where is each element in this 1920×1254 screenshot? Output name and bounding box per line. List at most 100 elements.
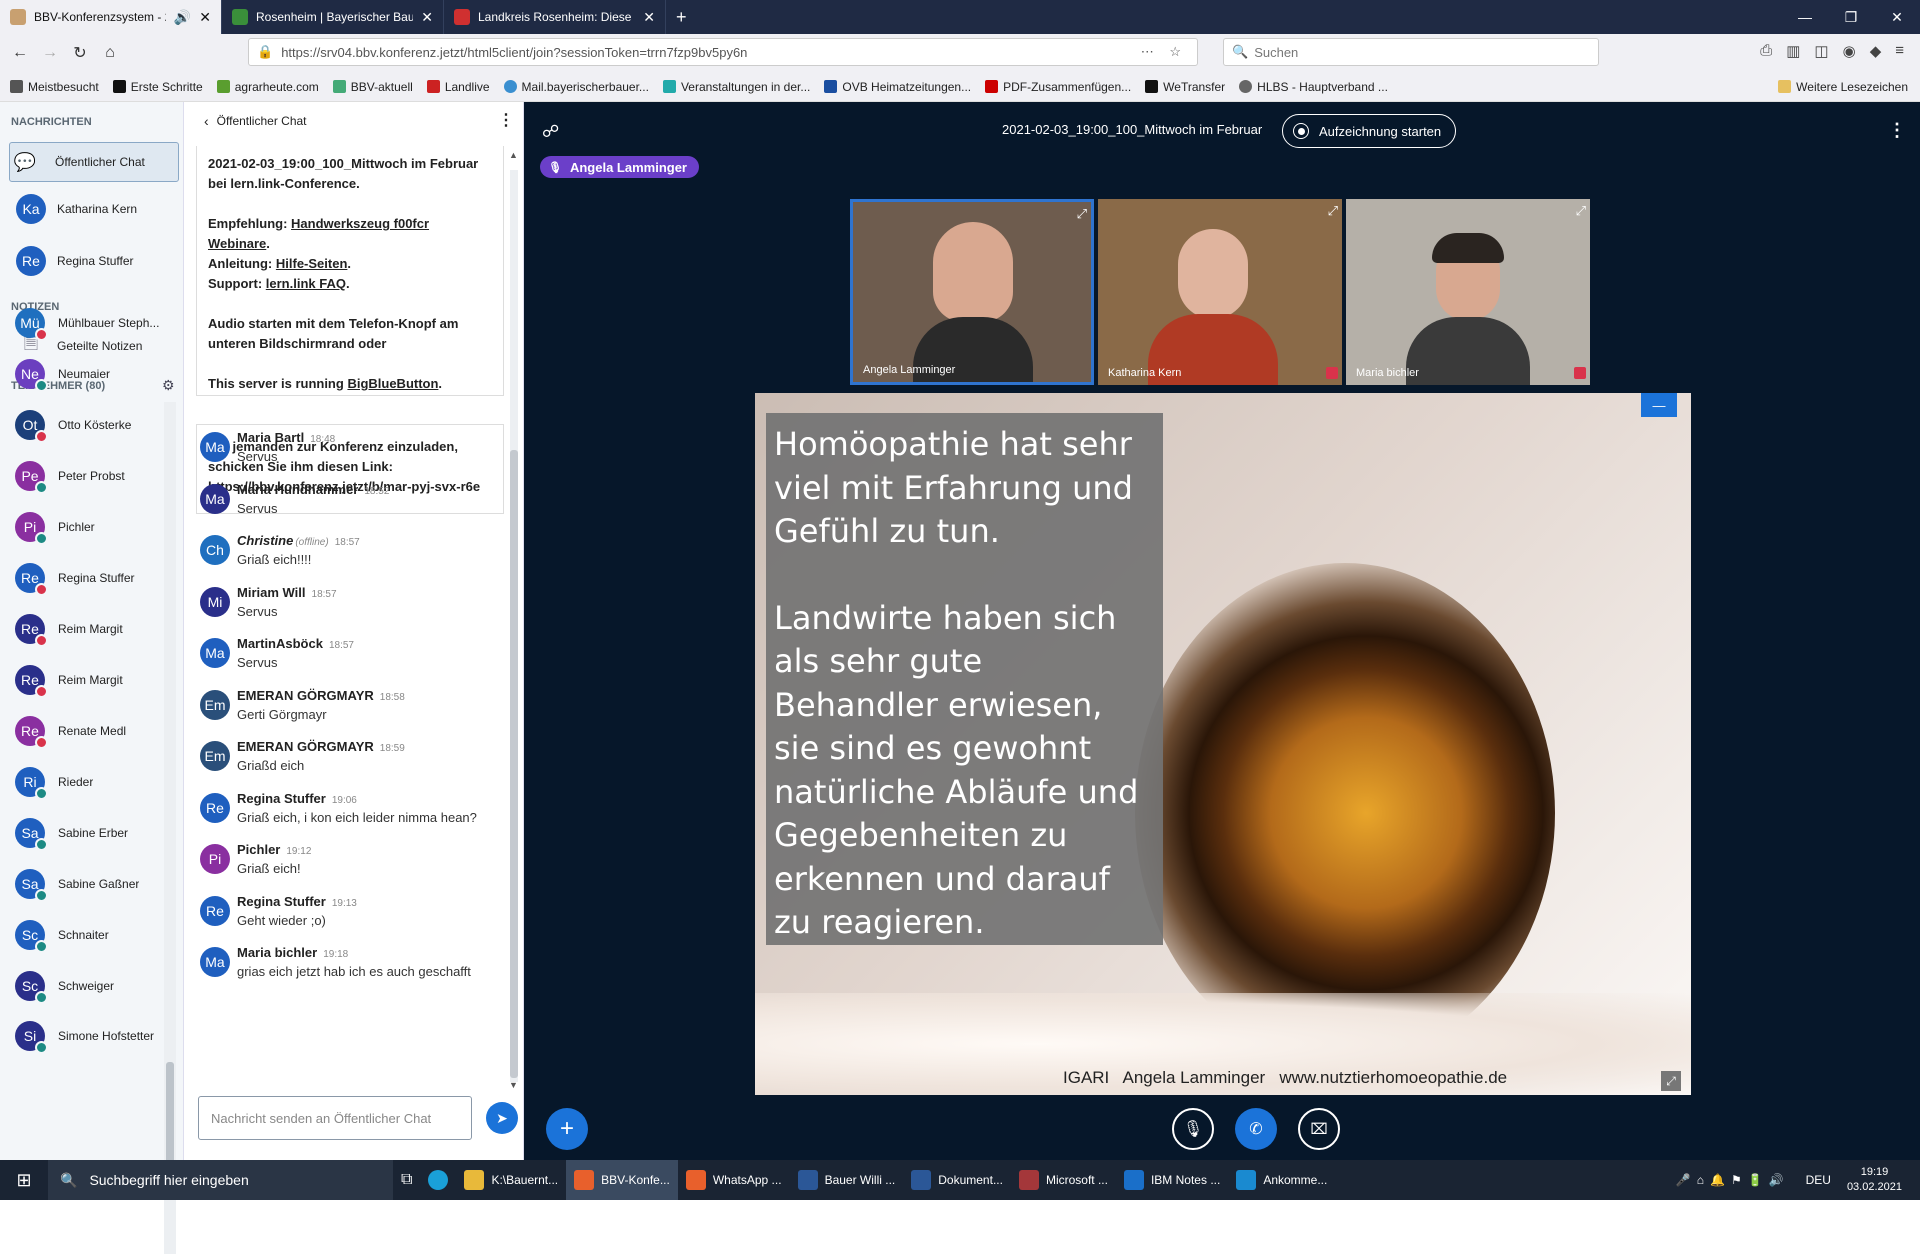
back-icon[interactable]: ← (5, 38, 35, 68)
browser-tab[interactable]: BBV-Konferenzsystem - 202 🔊 ✕ (0, 0, 222, 34)
more-options-icon[interactable]: ⋮ (498, 110, 514, 130)
fullscreen-icon[interactable]: ⤢ (1077, 206, 1087, 222)
video-button[interactable]: ⌧ (1298, 1108, 1340, 1150)
participant-item[interactable]: Si Simone Hofstetter (15, 1011, 165, 1061)
taskbar-app[interactable]: Bauer Willi ... (790, 1160, 904, 1200)
other-bookmarks[interactable]: Weitere Lesezeichen (1778, 80, 1908, 94)
participant-item[interactable]: Sc Schnaiter (15, 910, 165, 960)
forward-icon[interactable]: → (35, 38, 65, 68)
participant-item[interactable]: Sa Sabine Erber (15, 808, 165, 858)
new-tab-button[interactable]: + (666, 0, 697, 34)
reload-icon[interactable]: ↻ (65, 38, 95, 68)
mute-button[interactable]: 🎙 (1172, 1108, 1214, 1150)
task-view-icon[interactable]: ⧉ (393, 1160, 420, 1200)
search-icon: 🔍 (60, 1171, 78, 1188)
webcam-tile[interactable]: ⤢ Angela Lamminger (850, 199, 1094, 385)
scroll-up-icon[interactable]: ▲ (509, 150, 518, 160)
taskbar-app[interactable]: Microsoft ... (1011, 1160, 1116, 1200)
participant-item[interactable]: Re Regina Stuffer (15, 553, 165, 603)
toggle-userlist-icon[interactable]: ☍ (542, 122, 559, 142)
participant-item[interactable]: Ot Otto Kösterke (15, 400, 165, 450)
send-button[interactable]: ➤ (486, 1102, 518, 1134)
webcam-tile[interactable]: ⤢ Maria bichler (1346, 199, 1590, 385)
bookmark[interactable]: HLBS - Hauptverband ... (1239, 80, 1388, 94)
chat-scrollbar[interactable]: ▲ ▼ (509, 150, 519, 1090)
restore-icon[interactable]: ❐ (1828, 0, 1874, 34)
help-pages-link[interactable]: Hilfe-Seiten (276, 256, 348, 271)
windows-start-icon[interactable]: ⊞ (0, 1160, 48, 1200)
bookmark[interactable]: agrarheute.com (216, 80, 319, 94)
participant-item[interactable]: Ri Rieder (15, 757, 165, 807)
url-bar[interactable]: 🔒 https://srv04.bbv.konferenz.jetzt/html… (248, 38, 1198, 66)
webcam-tile[interactable]: ⤢ Katharina Kern (1098, 199, 1342, 385)
participant-item[interactable]: Re Reim Margit (15, 655, 165, 705)
handwerkszeug-link[interactable]: Handwerkszeug f00fcr (291, 216, 429, 231)
scrollbar[interactable] (164, 402, 176, 1254)
bookmark[interactable]: Mail.bayerischerbauer... (503, 80, 649, 94)
page-actions-icon[interactable]: ⋯ ☆ (1141, 44, 1187, 60)
webinare-link[interactable]: Webinare (208, 236, 266, 251)
bookmark[interactable]: Erste Schritte (112, 80, 203, 94)
close-icon[interactable]: ✕ (643, 9, 655, 26)
speaker-icon[interactable]: 🔊 (174, 9, 191, 26)
audio-button[interactable]: ✆ (1235, 1108, 1277, 1150)
bookmark[interactable]: Meistbesucht (10, 80, 99, 94)
participant-item[interactable]: Mü Mühlbauer Steph... (15, 298, 165, 348)
scroll-down-icon[interactable]: ▼ (509, 1080, 518, 1090)
taskbar-app[interactable]: BBV-Konfe... (566, 1160, 678, 1200)
sidebar-icon[interactable]: ◫ (1814, 42, 1828, 60)
bigbluebutton-link[interactable]: BigBlueButton (347, 376, 438, 391)
library-icon[interactable]: ▥ (1786, 42, 1800, 60)
fullscreen-icon[interactable]: ⤢ (1576, 203, 1586, 219)
minimize-presentation-button[interactable]: — (1641, 393, 1677, 417)
participant-item[interactable]: Ne Neumaier (15, 349, 165, 399)
bookmark[interactable]: BBV-aktuell (332, 80, 413, 94)
fullscreen-icon[interactable]: ⤢ (1328, 203, 1338, 219)
participant-item[interactable]: Sc Schweiger (15, 961, 165, 1011)
participant-item[interactable]: Pi Pichler (15, 502, 165, 552)
bookmark[interactable]: WeTransfer (1145, 80, 1225, 94)
taskbar-app[interactable]: Dokument... (903, 1160, 1011, 1200)
account-icon[interactable]: ◉ (1843, 42, 1856, 60)
record-button[interactable]: Aufzeichnung starten (1282, 114, 1457, 148)
faq-link[interactable]: lern.link FAQ (266, 276, 346, 291)
browser-tab[interactable]: Landkreis Rosenheim: Diese Un ✕ (444, 0, 666, 34)
clock[interactable]: 19:19 03.02.2021 (1839, 1160, 1920, 1200)
taskbar-app[interactable]: IBM Notes ... (1116, 1160, 1228, 1200)
taskbar-app[interactable]: K:\Bauernt... (456, 1160, 566, 1200)
participant-item[interactable]: Sa Sabine Gaßner (15, 859, 165, 909)
bookmark[interactable]: Landlive (426, 80, 490, 94)
taskbar-app[interactable]: Ankomme... (1228, 1160, 1335, 1200)
actions-button[interactable]: + (546, 1108, 588, 1150)
browser-search-input[interactable]: 🔍 Suchen (1223, 38, 1599, 66)
menu-icon[interactable]: ≡ (1895, 42, 1904, 60)
private-chat-item[interactable]: Ka Katharina Kern (9, 189, 179, 229)
participant-item[interactable]: Pe Peter Probst (15, 451, 165, 501)
chat-message-input[interactable]: Nachricht senden an Öffentlicher Chat (198, 1096, 472, 1140)
chat-header[interactable]: ‹ Öffentlicher Chat (204, 113, 307, 129)
scrollbar-thumb[interactable] (510, 450, 518, 1078)
participant-item[interactable]: Re Renate Medl (15, 706, 165, 756)
taskbar-app[interactable]: WhatsApp ... (678, 1160, 790, 1200)
home-icon[interactable]: ⌂ (95, 38, 125, 68)
print-icon[interactable]: ⎙ (1760, 42, 1772, 60)
close-icon[interactable]: ✕ (421, 9, 433, 26)
minimize-icon[interactable]: — (1782, 0, 1828, 34)
browser-tab[interactable]: Rosenheim | Bayerischer Bauer ✕ (222, 0, 444, 34)
close-icon[interactable]: ✕ (199, 9, 211, 26)
extensions-icon[interactable]: ◆ (1870, 42, 1882, 60)
fullscreen-icon[interactable]: ⤢ (1661, 1071, 1681, 1091)
edge-icon[interactable] (420, 1160, 456, 1200)
participant-item[interactable]: Re Reim Margit (15, 604, 165, 654)
input-language[interactable]: DEU (1798, 1160, 1839, 1200)
bookmark[interactable]: PDF-Zusammenfügen... (985, 80, 1131, 94)
taskbar-search[interactable]: 🔍 Suchbegriff hier eingeben (48, 1160, 393, 1200)
close-window-icon[interactable]: ✕ (1874, 0, 1920, 34)
private-chat-item[interactable]: Re Regina Stuffer (9, 241, 179, 281)
bookmark[interactable]: OVB Heimatzeitungen... (824, 80, 971, 94)
message-time: 18:52 (364, 486, 390, 497)
system-tray-icons[interactable]: 🎤⌂🔔⚑🔋🔊 (1668, 1160, 1798, 1200)
bookmark[interactable]: Veranstaltungen in der... (662, 80, 810, 94)
public-chat-item[interactable]: 💬 Öffentlicher Chat (9, 142, 179, 182)
options-menu-icon[interactable]: ⋮ (1888, 120, 1906, 141)
